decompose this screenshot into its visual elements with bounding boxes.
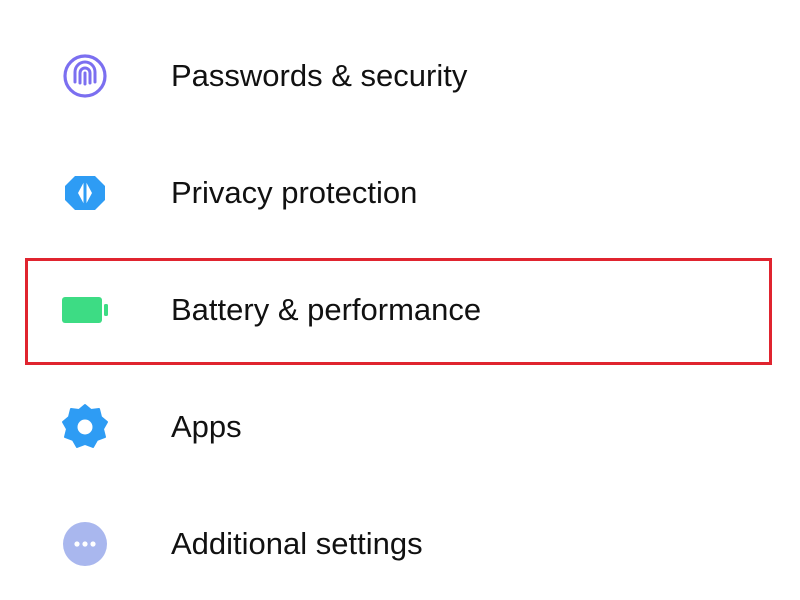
settings-item-label: Battery & performance (171, 292, 482, 327)
more-dots-icon (61, 520, 109, 568)
battery-icon (61, 286, 109, 334)
settings-item-label: Privacy protection (171, 175, 418, 210)
privacy-shield-icon (61, 169, 109, 217)
settings-item-privacy-protection[interactable]: Privacy protection (0, 133, 800, 250)
settings-item-label: Additional settings (171, 526, 423, 561)
fingerprint-icon (61, 52, 109, 100)
settings-item-passwords-security[interactable]: Passwords & security (0, 16, 800, 133)
settings-list: Passwords & security Privacy protection … (0, 0, 800, 600)
settings-item-apps[interactable]: Apps (0, 367, 800, 484)
settings-item-battery-performance[interactable]: Battery & performance (0, 250, 800, 367)
settings-item-label: Passwords & security (171, 58, 468, 93)
settings-item-label: Apps (171, 409, 242, 444)
gear-icon (61, 403, 109, 451)
settings-item-additional-settings[interactable]: Additional settings (0, 484, 800, 600)
